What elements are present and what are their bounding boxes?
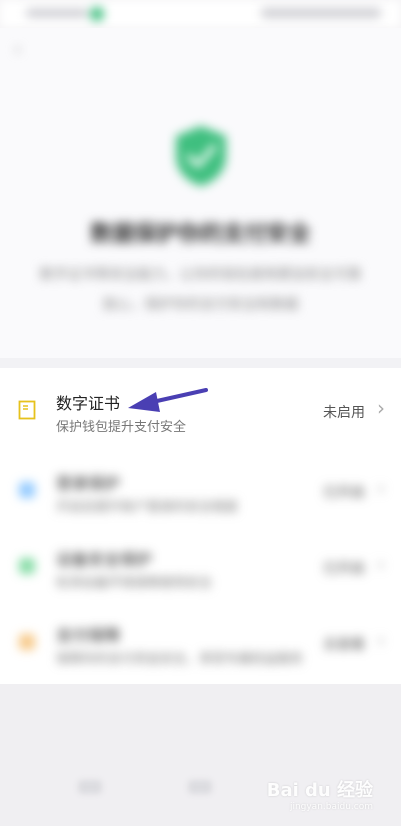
item-subtitle: 开启后提升账户登录的安全程度: [56, 500, 239, 515]
item-status: 已开启: [323, 561, 365, 577]
security-list: 数字证书 保护钱包提升支付安全 未启用 › 登录保护 开启后提升账户登录的安全程…: [0, 368, 401, 684]
item-status: 未启用: [323, 405, 365, 421]
item-title: 设备安全保护: [56, 550, 153, 569]
watermark-text: Bai du 经验: [266, 780, 373, 801]
status-bar: [0, 0, 401, 28]
wallet-security-screen: ‹ 数据保护你的支付安全 数字证书等安全能力，让你的钱包使用更加安全可靠 放心，…: [0, 0, 401, 826]
page-description: 数字证书等安全能力，让你的钱包使用更加安全可靠 放心，保护你的支付安全和数据: [36, 260, 365, 320]
chevron-right-icon: ›: [377, 476, 385, 500]
list-item-login-protection[interactable]: 登录保护 开启后提升账户登录的安全程度 已开启 ›: [0, 452, 401, 528]
shield-check-icon: [176, 126, 226, 186]
device-icon: [19, 558, 35, 574]
item-subtitle: 保障你的支付资金安全，享受专属权益服务: [56, 652, 304, 667]
item-title: 支付保障: [56, 626, 121, 645]
chevron-right-icon: ›: [377, 552, 385, 576]
annotation-arrow-icon: [128, 388, 208, 412]
item-title: 数字证书: [56, 394, 121, 413]
page-title: 数据保护你的支付安全: [90, 222, 311, 247]
lock-icon: [19, 634, 35, 650]
status-time: [26, 9, 88, 17]
section-divider: [0, 358, 401, 368]
nav-home-icon[interactable]: [188, 780, 212, 794]
chevron-right-icon: ›: [377, 396, 385, 420]
nav-back-icon[interactable]: [78, 780, 102, 794]
description-line-2: 放心，保护你的支付安全和数据: [102, 297, 299, 313]
list-item-device-security[interactable]: 设备安全保护 检测设备环境保障使用安全 已开启 ›: [0, 528, 401, 604]
item-status: 已开启: [323, 485, 365, 501]
certificate-icon: [18, 400, 36, 420]
item-title: 登录保护: [56, 474, 121, 493]
item-subtitle: 保护钱包提升支付安全: [56, 420, 187, 435]
item-status: 去查看: [323, 637, 365, 653]
shield-icon: [19, 482, 35, 498]
list-item-payment-protection[interactable]: 支付保障 保障你的支付资金安全，享受专属权益服务 去查看 ›: [0, 604, 401, 680]
chevron-right-icon: ›: [377, 628, 385, 652]
back-icon[interactable]: ‹: [14, 41, 30, 59]
security-header: ‹ 数据保护你的支付安全 数字证书等安全能力，让你的钱包使用更加安全可靠 放心，…: [0, 28, 401, 358]
status-indicator-icon: [90, 7, 104, 21]
status-left: [26, 7, 106, 21]
description-line-1: 数字证书等安全能力，让你的钱包使用更加安全可靠: [39, 267, 362, 283]
item-subtitle: 检测设备环境保障使用安全: [56, 576, 213, 591]
watermark: Bai du 经验 jingyan.baidu.com: [267, 776, 373, 812]
watermark-sub: jingyan.baidu.com: [289, 802, 373, 812]
status-icons: [261, 8, 381, 18]
